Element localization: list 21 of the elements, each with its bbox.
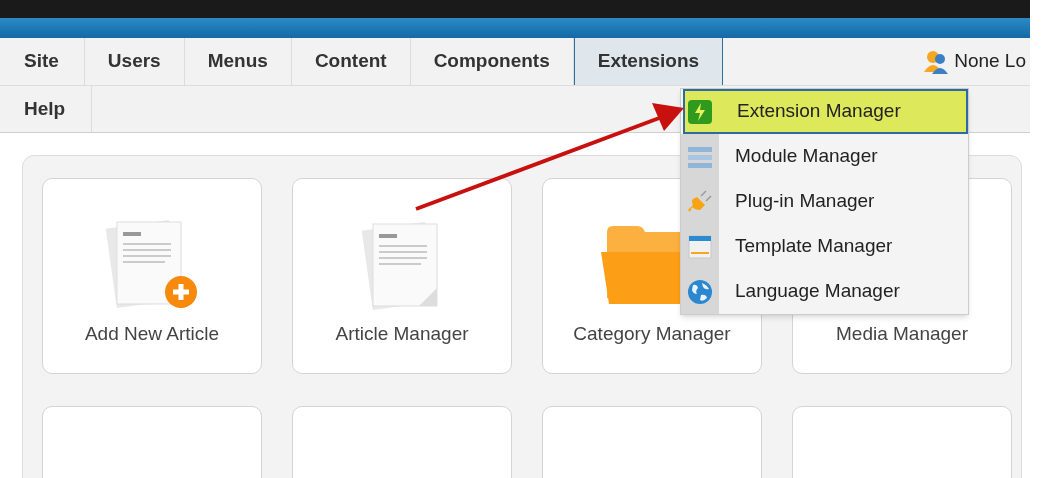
menu-item[interactable]: Module Manager [719,134,968,179]
globe-icon [687,278,713,305]
card-label: Category Manager [573,322,731,346]
menu-tab[interactable]: Site [0,38,85,85]
user-icon [923,49,950,74]
menu-tab[interactable]: Menus [184,38,292,85]
menu-tab[interactable]: Users [84,38,185,85]
card[interactable]: Article Manager [292,178,512,374]
menu-tab[interactable]: Content [291,38,411,85]
lightning-icon [687,98,713,125]
menu-tab[interactable]: Help [0,86,93,132]
card-label: Media Manager [836,322,968,346]
menu-tab[interactable]: Extensions [573,38,724,85]
user-status: None Lo [954,49,1026,74]
card-label: Add New Article [84,322,220,346]
card-label: Article Manager [335,322,469,346]
document-plus-icon [105,218,199,310]
card[interactable]: Add New Article [42,178,262,374]
window-icon [687,233,713,260]
menu-item[interactable]: Extension Manager [683,89,968,134]
menu-tab[interactable]: Components [410,38,574,85]
